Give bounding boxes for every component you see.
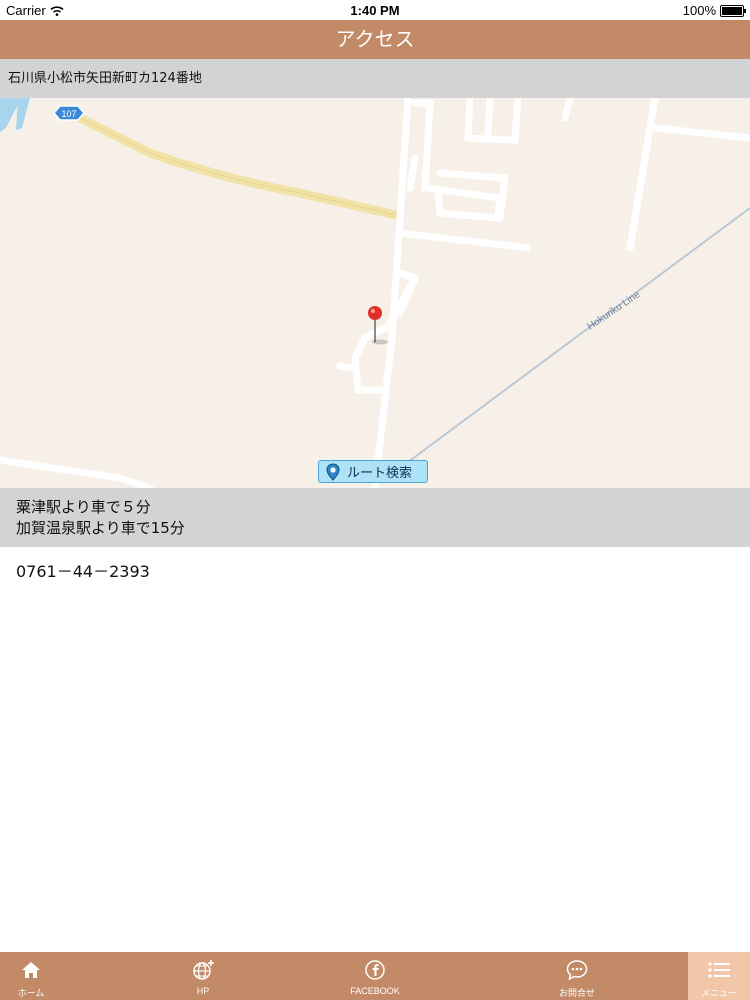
tab-contact-label: お問合せ [558, 988, 595, 998]
tab-home-label: ホーム [17, 988, 45, 998]
map-marker-icon [326, 462, 340, 481]
tab-menu-label: メニュー [700, 988, 737, 998]
tab-hp[interactable]: HP [62, 952, 344, 1000]
railway-label: Hokuriku Line [586, 289, 643, 333]
menu-list-icon [707, 958, 731, 982]
map-view[interactable]: Hokuriku Line 107 [0, 98, 750, 488]
phone-number[interactable]: 0761－44－2393 [16, 558, 150, 582]
facebook-icon [364, 958, 386, 982]
directions-band: 粟津駅より車で５分 加賀温泉駅より車で15分 [0, 488, 750, 547]
chat-bubble-icon [565, 958, 589, 982]
battery-icon [720, 4, 746, 17]
tab-contact[interactable]: お問合せ [406, 952, 688, 1000]
route-search-label: ルート検索 [347, 466, 413, 481]
nav-bar: アクセス [0, 20, 750, 59]
globe-icon [191, 958, 215, 982]
address-band: 石川県小松市矢田新町カ124番地 [0, 59, 750, 98]
tab-facebook-label: FACEBOOK [350, 986, 400, 996]
status-bar: Carrier 1:40 PM 100% [0, 0, 750, 20]
road-shield: 107 [53, 105, 85, 121]
page-title: アクセス [335, 27, 415, 51]
tab-hp-label: HP [196, 986, 210, 996]
home-icon [20, 958, 42, 982]
route-search-button[interactable]: ルート検索 [318, 460, 428, 483]
tab-menu[interactable]: メニュー [688, 952, 750, 1000]
road-number: 107 [61, 109, 76, 119]
tab-home[interactable]: ホーム [0, 952, 62, 1000]
battery-info: 100% [682, 3, 746, 18]
directions-line-2: 加賀温泉駅より車で15分 [16, 519, 185, 537]
directions-line-1: 粟津駅より車で５分 [16, 498, 151, 516]
tab-facebook[interactable]: FACEBOOK [344, 952, 406, 1000]
tab-bar: ホーム HP FACEBOOK お問合せ メニュー [0, 952, 750, 1000]
address-text: 石川県小松市矢田新町カ124番地 [8, 71, 202, 86]
map-canvas: Hokuriku Line 107 [0, 98, 750, 488]
battery-percent: 100% [682, 3, 716, 18]
clock: 1:40 PM [350, 3, 400, 18]
